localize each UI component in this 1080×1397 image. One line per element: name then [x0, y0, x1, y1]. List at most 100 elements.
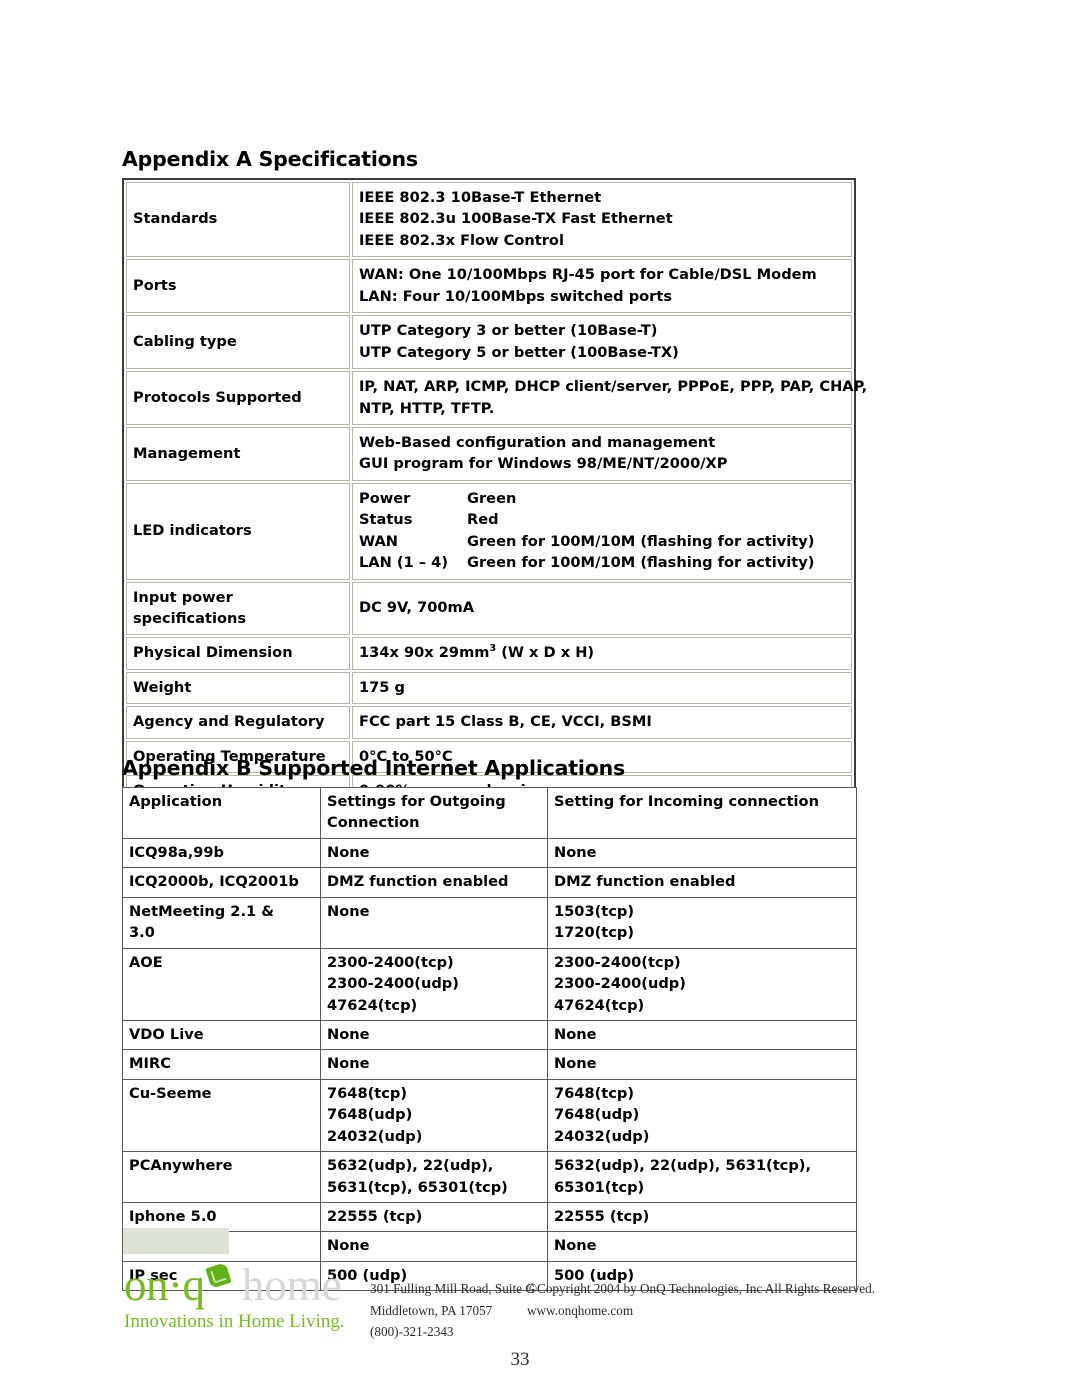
incoming-setting-line: None: [554, 843, 597, 861]
incoming-setting: 1503(tcp) 1720(tcp): [547, 896, 857, 949]
outgoing-setting-line: None: [327, 1237, 370, 1255]
application-name: VDO Live: [122, 1019, 321, 1051]
led-indicator-row: Power Green: [359, 488, 845, 509]
column-header-outgoing: Settings for Outgoing Connection: [320, 787, 548, 839]
table-row: LED indicators Power Green Status Red WAN Gree…: [126, 482, 852, 580]
copyright-line: www.onqhome.com: [527, 1302, 634, 1318]
column-header-application: Application: [122, 787, 321, 839]
incoming-setting-line: 47624(tcp): [554, 996, 645, 1014]
spec-value: 175 g: [352, 671, 852, 705]
spec-value-line: DC 9V, 700mA: [359, 599, 475, 617]
spec-value-line: LAN: Four 10/100Mbps switched ports: [359, 287, 673, 305]
address-line: 301 Fulling Mill Road, Suite G: [370, 1281, 535, 1296]
outgoing-setting: None: [320, 837, 548, 869]
appendix-b-heading: Appendix B Supported Internet Applicatio…: [122, 756, 625, 780]
spec-value-line: Web-Based configuration and management: [359, 433, 716, 451]
application-name: PCAnywhere: [122, 1151, 321, 1203]
spec-value-line: WAN: One 10/100Mbps RJ-45 port for Cable…: [359, 266, 817, 284]
incoming-setting-line: 1720(tcp): [554, 924, 635, 942]
spec-value-line: NTP, HTTP, TFTP.: [359, 399, 495, 417]
logo-wordmark: on·q home: [124, 1262, 354, 1308]
incoming-setting-line: DMZ function enabled: [554, 873, 736, 891]
table-row: Management Web-Based configuration and ma…: [126, 426, 852, 481]
table-row: Cu-Seeme 7648(tcp) 7648(udp) 24032(udp) 7648…: [122, 1078, 857, 1153]
incoming-setting-line: 22555 (tcp): [554, 1208, 650, 1225]
document-page: Appendix A Specifications Standards IEEE …: [0, 0, 1080, 1397]
page-number: 33: [510, 1349, 530, 1370]
table-row: VDO Live None None: [122, 1019, 857, 1051]
outgoing-setting-line: 5632(udp), 22(udp),: [327, 1157, 494, 1175]
spec-value-line: 134x 90x 29mm3 (W x D x H): [359, 642, 845, 663]
column-header-outgoing-line: Settings for Outgoing: [327, 793, 506, 810]
leaf-icon: [205, 1262, 232, 1289]
incoming-setting: DMZ function enabled: [547, 867, 857, 898]
led-indicator-description: Green for 100M/10M (flashing for activit…: [467, 532, 815, 550]
table-row: MIRC None None: [122, 1049, 857, 1080]
application-name: ICQ2000b, ICQ2001b: [122, 867, 321, 898]
spec-label: Input power specifications: [126, 581, 350, 636]
dimension-value: 134x 90x 29mm: [359, 644, 490, 662]
incoming-setting: 22555 (tcp): [547, 1201, 857, 1233]
outgoing-setting-line: 24032(udp): [327, 1127, 423, 1145]
incoming-setting: 2300-2400(tcp) 2300-2400(udp) 47624(tcp): [547, 947, 857, 1021]
outgoing-setting-line: 2300-2400(tcp): [327, 953, 454, 971]
led-indicator-name: LAN (1 – 4): [359, 554, 448, 572]
spec-label: Protocols Supported: [126, 371, 350, 425]
spec-value-line: GUI program for Windows 98/ME/NT/2000/XP: [359, 455, 728, 473]
copyright-notice: ©Copyright 2004 by OnQ Technologies, Inc…: [527, 1278, 875, 1321]
led-indicator-row: Status Red: [359, 509, 845, 530]
outgoing-setting-line: 7648(tcp): [327, 1084, 408, 1102]
logo-tagline: Innovations in Home Living.: [124, 1311, 345, 1332]
incoming-setting-line: 2300-2400(udp): [554, 975, 686, 993]
specifications-table: Standards IEEE 802.3 10Base-T Ethernet IEE…: [122, 178, 868, 812]
incoming-setting-line: None: [554, 1237, 597, 1255]
application-name-line: 3.0: [129, 924, 155, 942]
application-name: MIRC: [122, 1049, 321, 1080]
spec-label: Cabling type: [126, 315, 350, 370]
spec-value-line: UTP Category 5 or better (100Base-TX): [359, 343, 679, 361]
outgoing-setting: None: [320, 1231, 548, 1262]
table-row: Cabling type UTP Category 3 or better (10…: [126, 315, 852, 370]
incoming-setting: None: [547, 837, 857, 869]
application-name: AOE: [122, 947, 321, 1021]
led-indicator-name: Status: [359, 511, 413, 529]
spec-value: IEEE 802.3 10Base-T Ethernet IEEE 802.3u …: [352, 182, 852, 258]
spec-value: UTP Category 3 or better (10Base-T) UTP C…: [352, 315, 852, 370]
application-name: Cu-Seeme: [122, 1078, 321, 1153]
column-header-incoming: Setting for Incoming connection: [547, 787, 857, 839]
incoming-setting-line: 65301(tcp): [554, 1178, 645, 1196]
application-name-line: AOE: [129, 953, 163, 971]
spec-value: FCC part 15 Class B, CE, VCCI, BSMI: [352, 706, 852, 739]
logo-brand-secondary: home: [241, 1260, 342, 1310]
table-row: AOE 2300-2400(tcp) 2300-2400(udp) 47624(tcp…: [122, 947, 857, 1021]
supported-applications-table: Application Settings for Outgoing Connecti…: [122, 787, 857, 1292]
column-header-application-line: Application: [129, 793, 223, 810]
spec-label: Physical Dimension: [126, 637, 350, 670]
spec-label: Standards: [126, 182, 350, 258]
spec-label: Weight: [126, 671, 350, 705]
outgoing-setting: 5632(udp), 22(udp), 5631(tcp), 65301(tcp): [320, 1151, 548, 1203]
spec-value: WAN: One 10/100Mbps RJ-45 port for Cable…: [352, 259, 852, 314]
incoming-setting-line: 5632(udp), 22(udp), 5631(tcp),: [554, 1157, 811, 1175]
table-row: Physical Dimension 134x 90x 29mm3 (W x D …: [126, 637, 852, 670]
incoming-setting-line: None: [554, 1055, 597, 1073]
table-row: ICQ2000b, ICQ2001b DMZ function enabled DM…: [122, 867, 857, 898]
led-indicator-description: Red: [467, 511, 499, 529]
outgoing-setting-line: 2300-2400(udp): [327, 975, 459, 993]
logo-brand-primary: on·q: [124, 1260, 205, 1310]
outgoing-setting-line: DMZ function enabled: [327, 873, 509, 891]
led-indicator-name: Power: [359, 489, 411, 507]
outgoing-setting-line: 7648(udp): [327, 1106, 413, 1124]
spec-value-line: IP, NAT, ARP, ICMP, DHCP client/server, …: [359, 378, 868, 396]
spec-value-line: IEEE 802.3u 100Base-TX Fast Ethernet: [359, 210, 673, 228]
incoming-setting: None: [547, 1231, 857, 1262]
table-row: Protocols Supported IP, NAT, ARP, ICMP, D…: [126, 371, 868, 425]
spec-label: Ports: [126, 259, 350, 314]
led-indicator-description: Green: [467, 489, 517, 507]
outgoing-setting-line: None: [327, 1055, 370, 1073]
application-name-line: Cu-Seeme: [129, 1084, 212, 1102]
spec-label: LED indicators: [126, 482, 350, 580]
outgoing-setting: 22555 (tcp): [320, 1201, 548, 1233]
table-row: MSN 4.5NoneNone: [122, 1231, 857, 1262]
dimension-axes: (W x D x H): [496, 644, 595, 662]
